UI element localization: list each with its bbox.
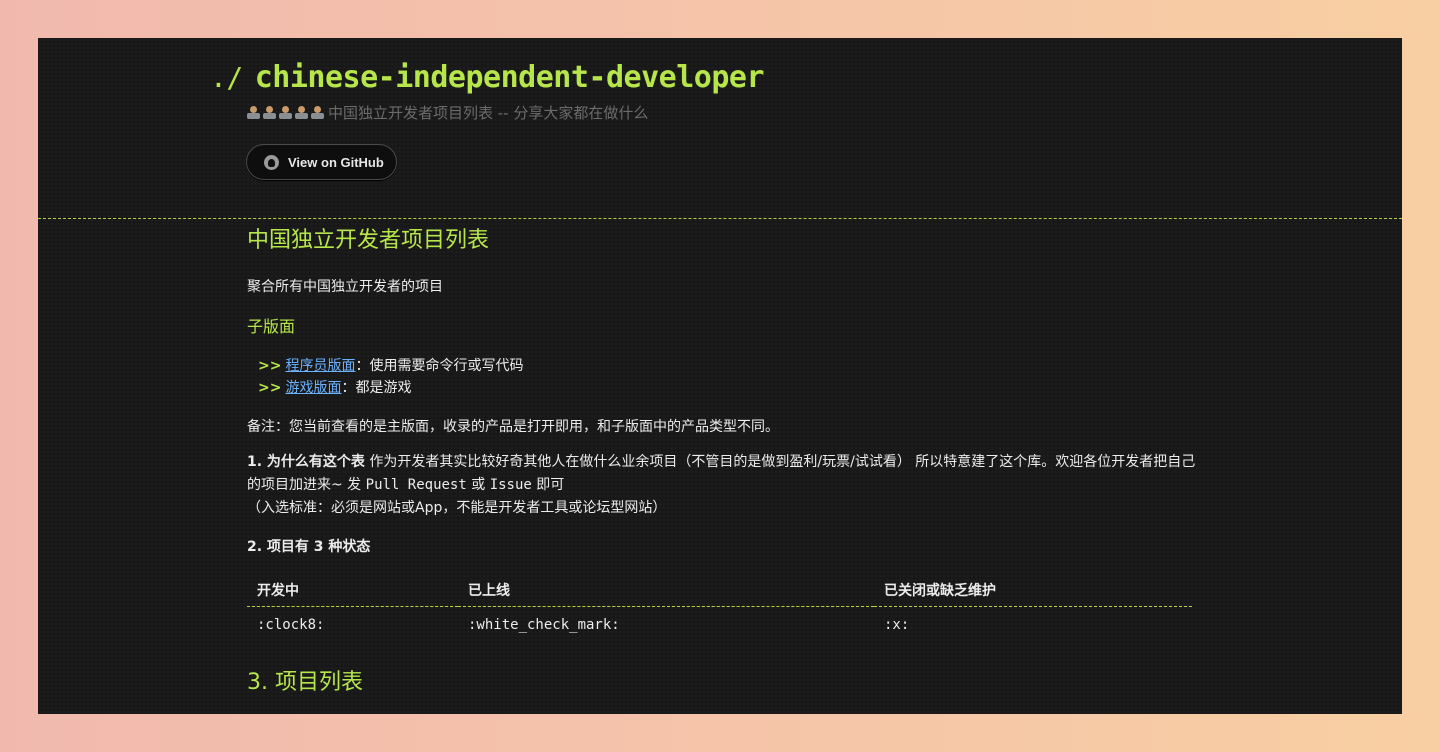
list-item-desc: ：都是游戏 xyxy=(341,380,412,396)
technologist-icon xyxy=(278,105,293,120)
title-prefix: ./ xyxy=(210,61,243,94)
programmer-section-link[interactable]: 程序员版面 xyxy=(285,358,355,374)
view-on-github-button[interactable]: View on GitHub xyxy=(246,144,397,180)
why-end: 即可 xyxy=(531,477,565,493)
arrow-marker: >> xyxy=(258,380,282,396)
list-item-desc: ：使用需要命令行或写代码 xyxy=(355,358,524,374)
pull-request-text: Pull Request xyxy=(365,477,467,493)
page-window: ./ chinese-independent-developer 中国独立开发者… xyxy=(38,38,1402,714)
table-row: :clock8: :white_check_mark: :x: xyxy=(247,607,1192,638)
github-icon xyxy=(264,154,279,170)
why-paragraph: 1. 为什么有这个表 作为开发者其实比较好奇其他人在做什么业余项目（不管目的是做… xyxy=(247,451,1197,520)
game-section-link[interactable]: 游戏版面 xyxy=(285,380,341,396)
technologist-icon xyxy=(294,105,309,120)
emoji-group xyxy=(246,105,326,120)
technologist-icon xyxy=(246,105,261,120)
cell-check: :white_check_mark: xyxy=(468,617,620,633)
header-developing: 开发中 xyxy=(247,578,458,607)
header-closed: 已关闭或缺乏维护 xyxy=(874,578,1192,607)
criteria-text: （入选标准：必须是网站或App，不能是开发者工具或论坛型网站） xyxy=(247,500,667,516)
subtitle-text: 中国独立开发者项目列表 -- 分享大家都在做什么 xyxy=(328,104,649,122)
header-online: 已上线 xyxy=(458,578,874,607)
list-item: >> 程序员版面：使用需要命令行或写代码 xyxy=(258,355,523,377)
site-title: ./ chinese-independent-developer xyxy=(210,60,765,95)
note-text: 备注：您当前查看的是主版面，收录的产品是打开即用，和子版面中的产品类型不同。 xyxy=(247,419,779,435)
main-heading: 中国独立开发者项目列表 xyxy=(247,228,490,253)
technologist-icon xyxy=(310,105,325,120)
why-title: 1. 为什么有这个表 xyxy=(247,454,365,470)
sub-section-list: >> 程序员版面：使用需要命令行或写代码 >> 游戏版面：都是游戏 xyxy=(258,355,523,399)
table-header-row: 开发中 已上线 已关闭或缺乏维护 xyxy=(247,578,1192,607)
cell-clock: :clock8: xyxy=(257,617,325,633)
or-text: 或 xyxy=(466,477,490,493)
list-item: >> 游戏版面：都是游戏 xyxy=(258,377,523,399)
states-heading: 2. 项目有 3 种状态 xyxy=(247,539,371,555)
issue-text: Issue xyxy=(489,477,532,493)
technologist-icon xyxy=(262,105,277,120)
site-header: ./ chinese-independent-developer 中国独立开发者… xyxy=(38,38,1402,219)
sub-section-heading: 子版面 xyxy=(247,317,296,336)
arrow-marker: >> xyxy=(258,358,282,374)
repo-title: chinese-independent-developer xyxy=(254,60,765,95)
site-subtitle: 中国独立开发者项目列表 -- 分享大家都在做什么 xyxy=(246,102,648,123)
states-table: 开发中 已上线 已关闭或缺乏维护 :clock8: :white_check_m… xyxy=(247,578,1192,637)
github-button-label: View on GitHub xyxy=(288,154,384,170)
cell-x: :x: xyxy=(884,617,910,633)
intro-text: 聚合所有中国独立开发者的项目 xyxy=(247,279,443,295)
project-list-heading: 3. 项目列表 xyxy=(247,670,363,695)
